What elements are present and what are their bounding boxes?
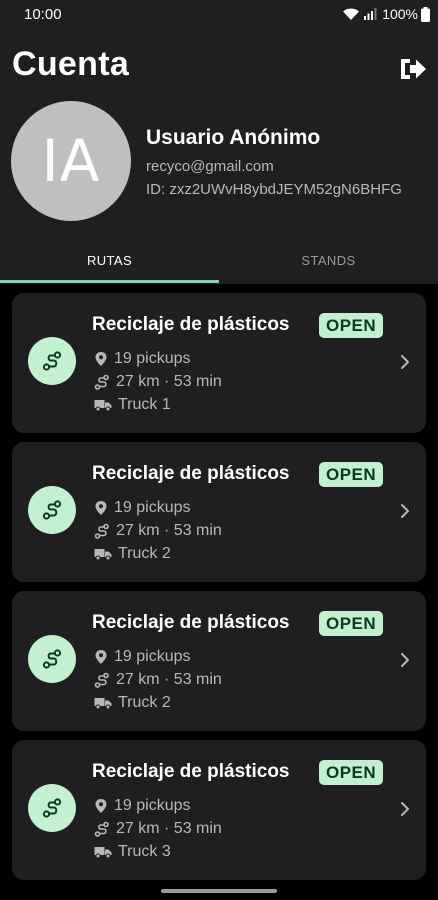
- route-icon-circle: [28, 784, 76, 832]
- truck-row: Truck 1: [94, 395, 171, 415]
- location-pin-icon: [95, 650, 107, 664]
- distance-row: 27 km · 53 min: [94, 372, 222, 392]
- route-title: Reciclaje de plásticos: [92, 463, 290, 484]
- status-time: 10:00: [24, 6, 62, 23]
- truck-icon: [94, 698, 112, 710]
- chevron-right-icon: [401, 504, 409, 518]
- route-distance-icon: [94, 821, 109, 837]
- route-icon: [42, 351, 62, 371]
- truck-name: Truck 2: [118, 545, 171, 562]
- truck-row: Truck 2: [94, 693, 171, 713]
- status-badge: OPEN: [319, 462, 384, 487]
- pickups-count: 19 pickups: [114, 499, 191, 516]
- status-badge: OPEN: [319, 611, 384, 636]
- battery-percentage: 100%: [382, 6, 418, 22]
- avatar: IA: [11, 101, 131, 221]
- truck-row: Truck 3: [94, 842, 171, 862]
- status-icons: 100%: [342, 5, 430, 23]
- route-distance-icon: [94, 523, 109, 539]
- distance-time: 27 km · 53 min: [116, 820, 222, 837]
- distance-row: 27 km · 53 min: [94, 521, 222, 541]
- route-icon: [42, 649, 62, 669]
- truck-row: Truck 2: [94, 544, 171, 564]
- user-name: Usuario Anónimo: [146, 126, 321, 149]
- route-icon-circle: [28, 337, 76, 385]
- route-icon-circle: [28, 635, 76, 683]
- page-title: Cuenta: [12, 45, 130, 83]
- distance-row: 27 km · 53 min: [94, 670, 222, 690]
- truck-name: Truck 1: [118, 396, 171, 413]
- pickups-row: 19 pickups: [94, 647, 191, 667]
- status-bar: 10:00 100%: [0, 0, 438, 28]
- pickups-count: 19 pickups: [114, 350, 191, 367]
- route-title: Reciclaje de plásticos: [92, 314, 290, 335]
- tab-bar: RUTAS STANDS: [0, 236, 438, 284]
- route-card[interactable]: Reciclaje de plásticos OPEN 19 pickups 2…: [12, 740, 426, 880]
- truck-name: Truck 3: [118, 843, 171, 860]
- distance-row: 27 km · 53 min: [94, 819, 222, 839]
- truck-icon: [94, 549, 112, 561]
- distance-time: 27 km · 53 min: [116, 522, 222, 539]
- pickups-row: 19 pickups: [94, 498, 191, 518]
- route-distance-icon: [94, 374, 109, 390]
- route-icon-circle: [28, 486, 76, 534]
- user-email: recyco@gmail.com: [146, 158, 274, 175]
- location-pin-icon: [95, 352, 107, 366]
- route-card[interactable]: Reciclaje de plásticos OPEN 19 pickups 2…: [12, 442, 426, 582]
- route-icon: [42, 500, 62, 520]
- chevron-right-icon: [401, 653, 409, 667]
- route-distance-icon: [94, 672, 109, 688]
- route-card[interactable]: Reciclaje de plásticos OPEN 19 pickups 2…: [12, 293, 426, 433]
- chevron-right-icon: [401, 355, 409, 369]
- pickups-row: 19 pickups: [94, 349, 191, 369]
- signal-icon: [364, 8, 377, 20]
- route-card[interactable]: Reciclaje de plásticos OPEN 19 pickups 2…: [12, 591, 426, 731]
- truck-name: Truck 2: [118, 694, 171, 711]
- truck-icon: [94, 847, 112, 859]
- tab-stands[interactable]: STANDS: [219, 236, 438, 284]
- logout-icon: [401, 59, 426, 79]
- route-title: Reciclaje de plásticos: [92, 612, 290, 633]
- location-pin-icon: [95, 501, 107, 515]
- user-id: ID: zxz2UWvH8ybdJEYM52gN6BHFG: [146, 181, 402, 198]
- chevron-right-icon: [401, 802, 409, 816]
- route-icon: [42, 798, 62, 818]
- tab-rutas[interactable]: RUTAS: [0, 236, 219, 284]
- logout-button[interactable]: [398, 56, 428, 82]
- pickups-count: 19 pickups: [114, 797, 191, 814]
- status-badge: OPEN: [319, 760, 384, 785]
- battery-icon: [421, 6, 430, 22]
- truck-icon: [94, 400, 112, 412]
- distance-time: 27 km · 53 min: [116, 373, 222, 390]
- home-indicator[interactable]: [161, 889, 277, 893]
- avatar-initials: IA: [41, 127, 101, 195]
- pickups-row: 19 pickups: [94, 796, 191, 816]
- status-badge: OPEN: [319, 313, 384, 338]
- wifi-icon: [343, 8, 360, 20]
- tab-indicator: [0, 280, 219, 283]
- distance-time: 27 km · 53 min: [116, 671, 222, 688]
- location-pin-icon: [95, 799, 107, 813]
- account-header: 10:00 100% Cuenta IA Usuario Anónimo rec…: [0, 0, 438, 284]
- pickups-count: 19 pickups: [114, 648, 191, 665]
- route-title: Reciclaje de plásticos: [92, 761, 290, 782]
